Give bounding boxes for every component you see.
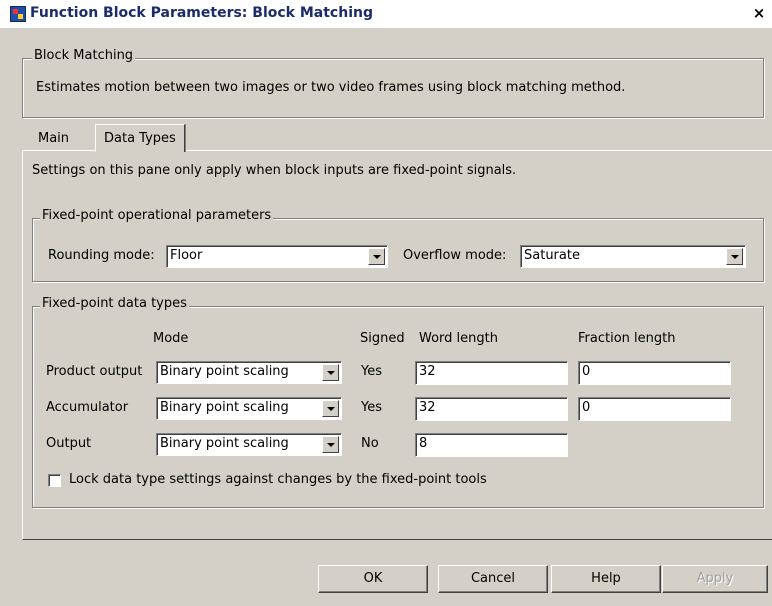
tab-data-types[interactable]: Data Types — [95, 124, 185, 152]
rounding-mode-value: Floor — [170, 248, 203, 263]
chevron-down-icon[interactable] — [322, 400, 339, 417]
product-output-mode-value: Binary point scaling — [160, 364, 289, 379]
product-output-signed: Yes — [361, 364, 382, 379]
product-output-word-length-field[interactable]: 32 — [415, 361, 568, 385]
product-output-mode-select[interactable]: Binary point scaling — [156, 361, 342, 384]
row-label-accumulator: Accumulator — [46, 400, 129, 415]
simulink-app-icon — [10, 6, 26, 22]
operational-group-legend: Fixed-point operational parameters — [40, 208, 274, 223]
description-text: Estimates motion between two images or t… — [36, 80, 626, 95]
output-mode-select[interactable]: Binary point scaling — [156, 433, 342, 456]
accumulator-word-length-field[interactable]: 32 — [415, 397, 568, 421]
cancel-button[interactable]: Cancel — [438, 565, 548, 593]
header-mode: Mode — [153, 331, 189, 346]
datatypes-group-legend: Fixed-point data types — [40, 296, 189, 311]
row-label-product-output: Product output — [46, 364, 143, 379]
rounding-mode-select[interactable]: Floor — [166, 245, 388, 268]
header-word-length: Word length — [419, 331, 498, 346]
output-word-length-field[interactable]: 8 — [415, 433, 568, 457]
apply-button[interactable]: Apply — [662, 565, 768, 593]
accumulator-mode-value: Binary point scaling — [160, 400, 289, 415]
pane-note: Settings on this pane only apply when bl… — [32, 163, 517, 178]
output-mode-value: Binary point scaling — [160, 436, 289, 451]
help-button[interactable]: Help — [551, 565, 661, 593]
accumulator-fraction-length-field[interactable]: 0 — [578, 397, 731, 421]
lock-data-type-label[interactable]: Lock data type settings against changes … — [69, 472, 487, 487]
accumulator-signed: Yes — [361, 400, 382, 415]
description-group-legend: Block Matching — [32, 48, 136, 63]
header-signed: Signed — [360, 331, 405, 346]
chevron-down-icon[interactable] — [322, 364, 339, 381]
lock-data-type-checkbox[interactable] — [48, 474, 61, 487]
row-label-output: Output — [46, 436, 92, 451]
overflow-mode-label: Overflow mode: — [403, 248, 507, 263]
output-signed: No — [361, 436, 379, 451]
chevron-down-icon[interactable] — [726, 248, 743, 265]
overflow-mode-select[interactable]: Saturate — [520, 245, 746, 268]
overflow-mode-value: Saturate — [524, 248, 580, 263]
title-bar: Function Block Parameters: Block Matchin… — [0, 0, 772, 28]
header-fraction-length: Fraction length — [578, 331, 676, 346]
window-title: Function Block Parameters: Block Matchin… — [30, 5, 373, 21]
close-button[interactable]: × — [752, 6, 766, 21]
product-output-fraction-length-field[interactable]: 0 — [578, 361, 731, 385]
chevron-down-icon[interactable] — [368, 248, 385, 265]
rounding-mode-label: Rounding mode: — [48, 248, 155, 263]
ok-button[interactable]: OK — [318, 565, 428, 593]
tab-main[interactable]: Main — [30, 126, 77, 152]
accumulator-mode-select[interactable]: Binary point scaling — [156, 397, 342, 420]
chevron-down-icon[interactable] — [322, 436, 339, 453]
